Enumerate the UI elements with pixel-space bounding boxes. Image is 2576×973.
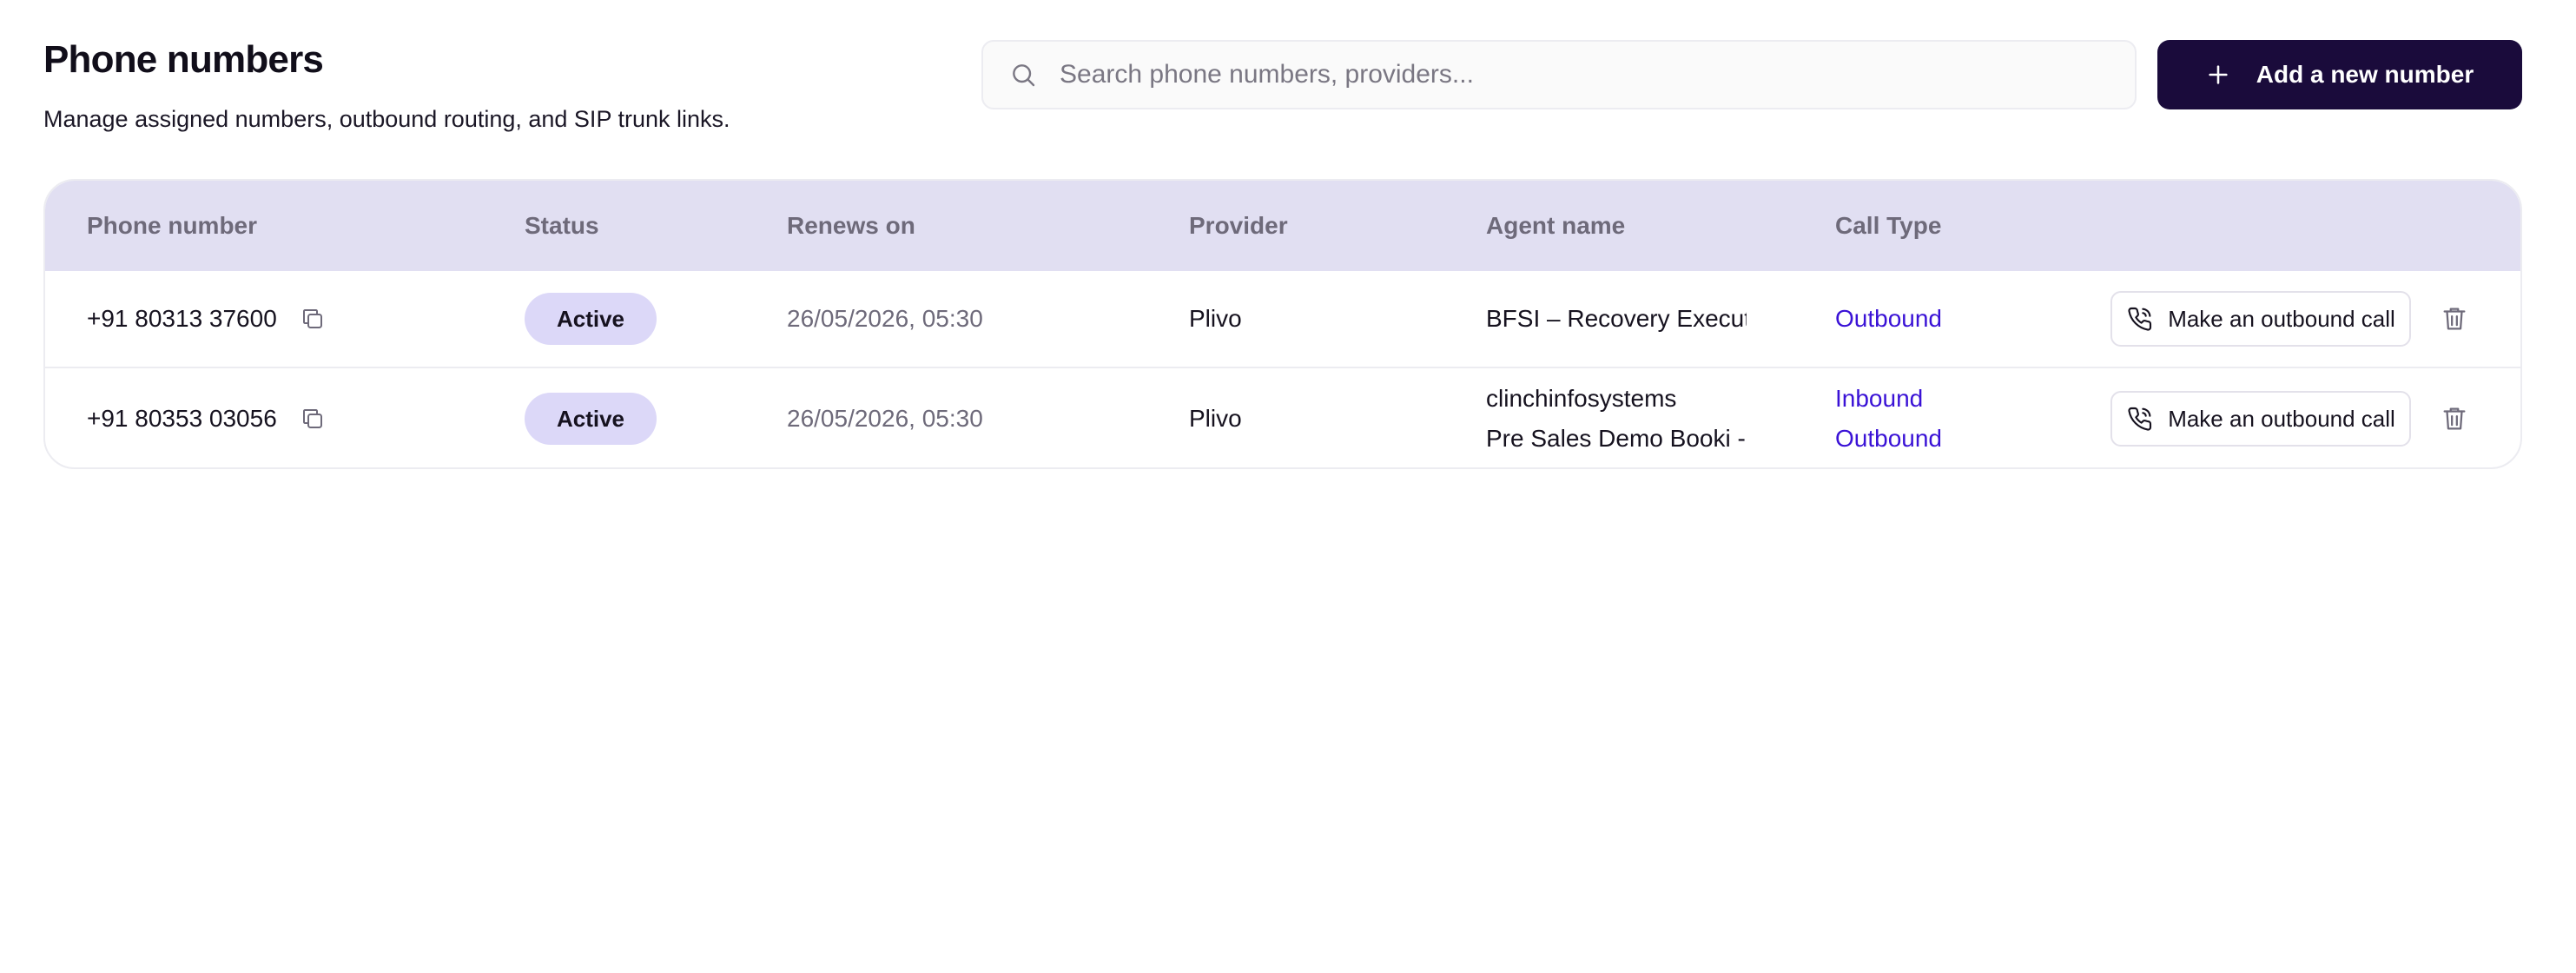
phone-number: +91 80353 03056 — [87, 405, 277, 432]
search-input[interactable] — [1058, 59, 2104, 90]
column-header-status: Status — [525, 212, 599, 239]
make-outbound-call-button[interactable]: Make an outbound call — [2110, 391, 2411, 447]
call-types: Outbound — [1835, 271, 1942, 367]
status-badge: Active — [525, 293, 657, 345]
provider: Plivo — [1189, 305, 1242, 332]
phone-number-cell: +91 80313 37600 — [87, 271, 326, 367]
plus-icon — [2206, 63, 2230, 87]
column-header-phone-number: Phone number — [87, 212, 258, 239]
table-row: +91 80313 37600 Active 26/05/2026, 05:30… — [45, 271, 2520, 368]
trash-icon — [2440, 304, 2469, 334]
agent-names: BFSI – Recovery Executi... — [1486, 271, 1747, 367]
page-title: Phone numbers — [43, 38, 324, 81]
phone-number: +91 80313 37600 — [87, 305, 277, 332]
agent-name: Pre Sales Demo Booki - ... — [1486, 425, 1747, 452]
call-types: Inbound Outbound — [1835, 368, 1942, 467]
search-icon — [1009, 61, 1037, 89]
call-type: Outbound — [1835, 425, 1942, 452]
page-subtitle: Manage assigned numbers, outbound routin… — [43, 106, 730, 132]
make-outbound-call-label: Make an outbound call — [2168, 305, 2395, 332]
call-type: Outbound — [1835, 305, 1942, 332]
add-number-label: Add a new number — [2256, 61, 2474, 88]
copy-icon[interactable] — [300, 406, 326, 432]
status-badge: Active — [525, 393, 657, 445]
delete-number-button[interactable] — [2435, 300, 2474, 338]
renews-on: 26/05/2026, 05:30 — [787, 405, 983, 432]
column-header-renews-on: Renews on — [787, 212, 915, 239]
table-row: +91 80353 03056 Active 26/05/2026, 05:30… — [45, 368, 2520, 467]
make-outbound-call-button[interactable]: Make an outbound call — [2110, 291, 2411, 347]
trash-icon — [2440, 404, 2469, 434]
column-header-agent-name: Agent name — [1486, 212, 1626, 239]
delete-number-button[interactable] — [2435, 400, 2474, 438]
agent-names: clinchinfosystems Pre Sales Demo Booki -… — [1486, 368, 1747, 467]
copy-icon[interactable] — [300, 306, 326, 332]
make-outbound-call-label: Make an outbound call — [2168, 405, 2395, 432]
phone-outgoing-icon — [2126, 305, 2154, 333]
phone-number-cell: +91 80353 03056 — [87, 368, 326, 467]
agent-name: BFSI – Recovery Executi... — [1486, 305, 1747, 332]
add-number-button[interactable]: Add a new number — [2157, 40, 2522, 109]
agent-name: clinchinfosystems — [1486, 385, 1677, 412]
table-header: Phone number Status Renews on Provider A… — [45, 181, 2520, 271]
phone-numbers-table: Phone number Status Renews on Provider A… — [43, 179, 2522, 469]
phone-outgoing-icon — [2126, 405, 2154, 433]
renews-on: 26/05/2026, 05:30 — [787, 305, 983, 332]
search-box[interactable] — [981, 40, 2137, 109]
column-header-provider: Provider — [1189, 212, 1288, 239]
call-type: Inbound — [1835, 385, 1924, 412]
column-header-call-type: Call Type — [1835, 212, 1942, 239]
provider: Plivo — [1189, 405, 1242, 432]
